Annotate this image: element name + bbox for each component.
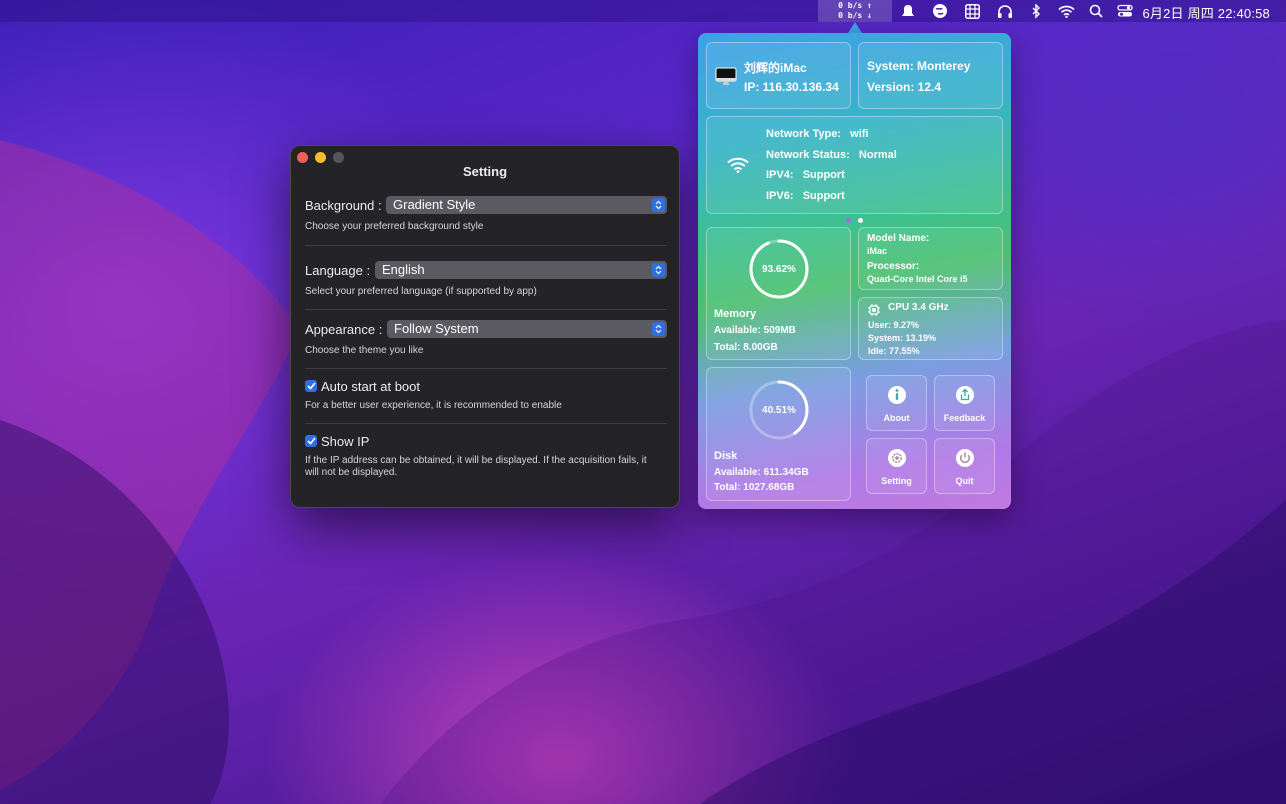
appearance-label: Appearance :: [305, 322, 383, 337]
share-icon: [955, 385, 975, 410]
cpu-idle: Idle: 77.55%: [868, 346, 920, 356]
system-card: System: Monterey Version: 12.4: [858, 42, 1003, 109]
globe-icon[interactable]: [931, 2, 949, 20]
disk-card: 40.51% Disk Available: 611.34GB Total: 1…: [706, 367, 851, 501]
search-icon[interactable]: [1087, 2, 1105, 20]
memory-available: Available: 509MB: [714, 325, 796, 336]
updown-chevron-icon: [652, 263, 665, 277]
popover-caret: [848, 22, 862, 33]
menu-clock[interactable]: 6月2日 周四 22:40:58: [1143, 3, 1271, 22]
bluetooth-icon[interactable]: [1027, 2, 1045, 20]
download-speed: 0 b/s ↓: [838, 11, 872, 20]
show-ip-checkbox[interactable]: [305, 435, 317, 447]
ipv4-label: IPV4:: [766, 169, 794, 181]
memory-total: Total: 8.00GB: [714, 342, 778, 353]
upload-speed: 0 b/s ↑: [838, 1, 872, 10]
memory-card: 93.62% Memory Available: 509MB Total: 8.…: [706, 227, 851, 360]
model-name-value: iMac: [867, 246, 888, 256]
show-ip-hint: If the IP address can be obtained, it wi…: [305, 455, 647, 478]
setting-button[interactable]: Setting: [866, 438, 927, 494]
memory-title: Memory: [714, 308, 757, 320]
disk-available: Available: 611.34GB: [714, 467, 809, 478]
divider: [305, 423, 667, 424]
control-center-icon[interactable]: [1116, 2, 1134, 20]
background-hint: Choose your preferred background style: [305, 221, 484, 232]
divider: [305, 368, 667, 369]
disk-title: Disk: [714, 450, 738, 462]
notifications-icon[interactable]: [899, 2, 917, 20]
cpu-card: CPU 3.4 GHz User: 9.27% System: 13.19% I…: [858, 297, 1003, 360]
language-select-value: English: [382, 262, 425, 277]
language-hint: Select your preferred language (if suppo…: [305, 286, 537, 297]
wifi-icon: [727, 157, 749, 178]
updown-chevron-icon: [652, 198, 665, 212]
minimize-button[interactable]: [315, 152, 326, 163]
setting-label: Setting: [881, 476, 912, 486]
ipv6-label: IPV6:: [766, 190, 794, 202]
cpu-title: CPU 3.4 GHz: [888, 302, 949, 313]
divider: [305, 245, 667, 246]
quit-label: Quit: [955, 476, 974, 486]
device-ip: IP: 116.30.136.34: [744, 80, 839, 94]
divider: [305, 309, 667, 310]
appearance-hint: Choose the theme you like: [305, 345, 424, 356]
page-dot-2[interactable]: [858, 218, 863, 223]
settings-window: Setting Background : Gradient Style Choo…: [290, 145, 680, 508]
network-status-value: Normal: [858, 149, 897, 161]
background-label: Background :: [305, 198, 382, 213]
menu-bar: 0 b/s ↑ 0 b/s ↓ 6月2日 周四 22:40:58: [0, 0, 1286, 22]
appearance-select-value: Follow System: [394, 321, 479, 336]
auto-start-checkbox[interactable]: [305, 380, 317, 392]
cpu-user: User: 9.27%: [868, 320, 920, 330]
network-status-label: Network Status:: [766, 149, 850, 161]
device-name: 刘辉的iMac: [744, 61, 807, 75]
disk-total: Total: 1027.68GB: [714, 482, 795, 493]
about-button[interactable]: About: [866, 375, 927, 431]
network-type-label: Network Type:: [766, 128, 841, 140]
grid-icon[interactable]: [963, 2, 981, 20]
feedback-button[interactable]: Feedback: [934, 375, 995, 431]
model-name-label: Model Name:: [867, 233, 930, 244]
model-card: Model Name: iMac Processor: Quad-Core In…: [858, 227, 1003, 290]
cpu-system: System: 13.19%: [868, 333, 937, 343]
appearance-select[interactable]: Follow System: [387, 320, 667, 338]
quit-button[interactable]: Quit: [934, 438, 995, 494]
gear-icon: [887, 448, 907, 473]
network-speed-widget[interactable]: 0 b/s ↑ 0 b/s ↓: [818, 0, 892, 22]
device-card: 刘辉的iMac IP: 116.30.136.34: [706, 42, 851, 109]
about-label: About: [883, 413, 910, 423]
power-icon: [955, 448, 975, 473]
system-name: System: Monterey: [867, 59, 971, 73]
imac-icon: [715, 67, 737, 92]
page-dot-1[interactable]: [846, 218, 851, 223]
updown-chevron-icon: [652, 322, 665, 336]
cpu-chip-icon: [868, 303, 880, 321]
ipv6-value: Support: [802, 190, 845, 202]
background-select[interactable]: Gradient Style: [386, 196, 667, 214]
disk-percent: 40.51%: [762, 405, 796, 416]
wifi-icon[interactable]: [1057, 2, 1075, 20]
language-select[interactable]: English: [375, 261, 667, 279]
processor-label: Processor:: [867, 261, 920, 272]
info-icon: [887, 385, 907, 410]
processor-value: Quad-Core Intel Core i5: [867, 274, 968, 284]
headphones-icon[interactable]: [996, 2, 1014, 20]
system-version: Version: 12.4: [867, 80, 942, 94]
zoom-button[interactable]: [333, 152, 344, 163]
language-label: Language :: [305, 263, 371, 278]
ipv4-value: Support: [802, 169, 845, 181]
show-ip-label[interactable]: Show IP: [321, 434, 369, 449]
auto-start-hint: For a better user experience, it is reco…: [305, 400, 562, 411]
background-select-value: Gradient Style: [393, 197, 476, 212]
window-title: Setting: [462, 164, 508, 179]
network-type-value: wifi: [850, 128, 869, 140]
close-button[interactable]: [297, 152, 308, 163]
network-card: Network Type: wifi Network Status: Norma…: [706, 116, 1003, 214]
auto-start-label[interactable]: Auto start at boot: [321, 379, 420, 394]
system-info-panel: 刘辉的iMac IP: 116.30.136.34 System: Monter…: [698, 33, 1011, 509]
feedback-label: Feedback: [943, 413, 986, 423]
memory-percent: 93.62%: [762, 264, 796, 275]
